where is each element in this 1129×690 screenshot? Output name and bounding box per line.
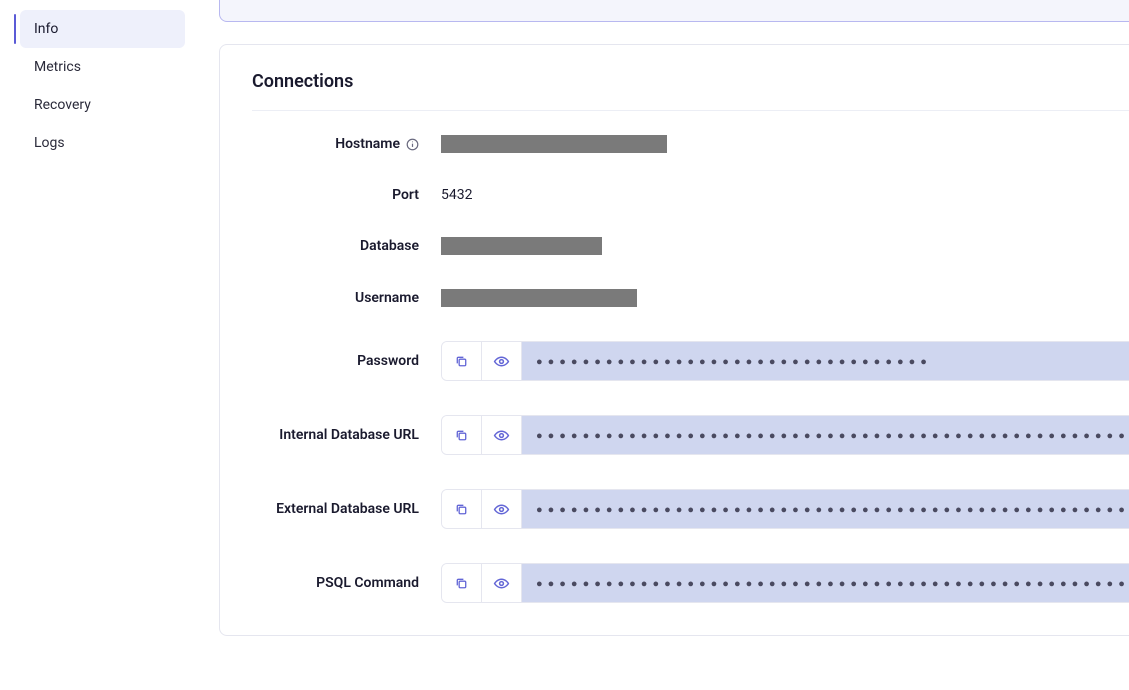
value-hostname xyxy=(441,135,1129,153)
masked-value: ●●●●●●●●●●●●●●●●●●●●●●●●●●●●●●●●●●●●●●●●… xyxy=(522,490,1129,528)
field-database: Database xyxy=(252,237,1129,255)
connections-card: Connections Hostname Port 5432 xyxy=(219,44,1129,636)
value-port: 5432 xyxy=(441,187,1129,203)
mask-dots: ●●●●●●●●●●●●●●●●●●●●●●●●●●●●●●●●●●●●●●●●… xyxy=(536,577,1129,590)
sidebar-item-recovery[interactable]: Recovery xyxy=(20,86,185,124)
label-hostname: Hostname xyxy=(252,136,419,152)
label-psql: PSQL Command xyxy=(252,575,419,591)
copy-button[interactable] xyxy=(442,416,482,454)
sidebar-item-label: Metrics xyxy=(34,59,81,75)
masked-value: ●●●●●●●●●●●●●●●●●●●●●●●●●●●●●●●●●●●●●●●●… xyxy=(522,416,1129,454)
sidebar: Info Metrics Recovery Logs xyxy=(0,0,195,690)
sidebar-item-label: Info xyxy=(34,21,58,37)
info-icon[interactable] xyxy=(406,138,419,151)
secret-row-internal: ●●●●●●●●●●●●●●●●●●●●●●●●●●●●●●●●●●●●●●●●… xyxy=(441,415,1129,455)
reveal-button[interactable] xyxy=(482,564,522,602)
field-password: Password ●●●●●●●●●●●●●●●●●●●●●●●●●●●●●●●… xyxy=(252,341,1129,381)
field-port: Port 5432 xyxy=(252,187,1129,203)
label-port: Port xyxy=(252,187,419,203)
field-psql-command: PSQL Command ●●●●●●●●●●●●●●●●●●●●●●●●●●●… xyxy=(252,563,1129,603)
secret-row-external: ●●●●●●●●●●●●●●●●●●●●●●●●●●●●●●●●●●●●●●●●… xyxy=(441,489,1129,529)
sidebar-item-label: Logs xyxy=(34,135,65,151)
label-username: Username xyxy=(252,290,419,306)
sidebar-item-label: Recovery xyxy=(34,97,91,113)
label-internal-url: Internal Database URL xyxy=(252,427,419,443)
reveal-button[interactable] xyxy=(482,490,522,528)
copy-button[interactable] xyxy=(442,564,482,602)
masked-value: ●●●●●●●●●●●●●●●●●●●●●●●●●●●●●●●●●● xyxy=(522,342,1129,380)
redacted-block xyxy=(441,289,637,307)
mask-dots: ●●●●●●●●●●●●●●●●●●●●●●●●●●●●●●●●●●●●●●●●… xyxy=(536,503,1129,516)
secret-row-password: ●●●●●●●●●●●●●●●●●●●●●●●●●●●●●●●●●● xyxy=(441,341,1129,381)
copy-button[interactable] xyxy=(442,342,482,380)
divider xyxy=(252,110,1129,111)
main-content: Connections Hostname Port 5432 xyxy=(195,0,1129,690)
value-database xyxy=(441,237,1129,255)
field-hostname: Hostname xyxy=(252,135,1129,153)
masked-value: ●●●●●●●●●●●●●●●●●●●●●●●●●●●●●●●●●●●●●●●●… xyxy=(522,564,1129,602)
redacted-block xyxy=(441,135,667,153)
overview-card-partial xyxy=(219,0,1129,22)
sidebar-item-info[interactable]: Info xyxy=(20,10,185,48)
mask-dots: ●●●●●●●●●●●●●●●●●●●●●●●●●●●●●●●●●●●●●●●●… xyxy=(536,429,1129,442)
mask-dots: ●●●●●●●●●●●●●●●●●●●●●●●●●●●●●●●●●● xyxy=(536,355,932,368)
secret-row-psql: ●●●●●●●●●●●●●●●●●●●●●●●●●●●●●●●●●●●●●●●●… xyxy=(441,563,1129,603)
field-internal-url: Internal Database URL ●●●●●●●●●●●●●●●●●●… xyxy=(252,415,1129,455)
connections-title: Connections xyxy=(252,71,1129,92)
sidebar-item-metrics[interactable]: Metrics xyxy=(20,48,185,86)
field-username: Username xyxy=(252,289,1129,307)
value-username xyxy=(441,289,1129,307)
reveal-button[interactable] xyxy=(482,416,522,454)
label-external-url: External Database URL xyxy=(252,501,419,517)
label-password: Password xyxy=(252,353,419,369)
copy-button[interactable] xyxy=(442,490,482,528)
field-external-url: External Database URL ●●●●●●●●●●●●●●●●●●… xyxy=(252,489,1129,529)
redacted-block xyxy=(441,237,602,255)
reveal-button[interactable] xyxy=(482,342,522,380)
sidebar-item-logs[interactable]: Logs xyxy=(20,124,185,162)
label-database: Database xyxy=(252,238,419,254)
